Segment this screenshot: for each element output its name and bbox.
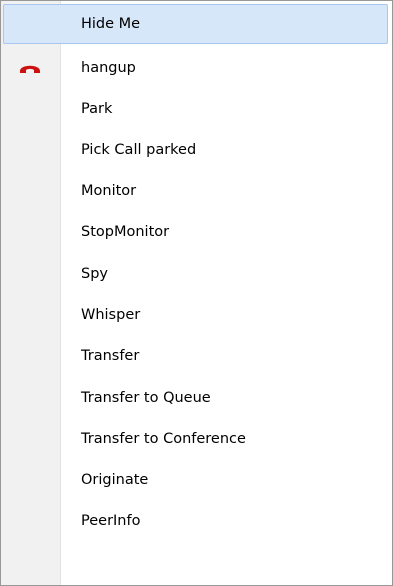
menu-item-whisper[interactable]: Whisper (3, 295, 388, 335)
menu-item-stopmonitor[interactable]: StopMonitor (3, 212, 388, 252)
menu-item-spy[interactable]: Spy (3, 254, 388, 294)
menu-item-pick-call-parked[interactable]: Pick Call parked (3, 130, 388, 170)
menu-item-hangup[interactable]: hangup (3, 48, 388, 88)
menu-item-transfer[interactable]: Transfer (3, 336, 388, 376)
menu-item-label: Transfer (81, 348, 140, 364)
menu-item-originate[interactable]: Originate (3, 460, 388, 500)
menu-item-transfer-to-conference[interactable]: Transfer to Conference (3, 419, 388, 459)
menu-item-park[interactable]: Park (3, 89, 388, 129)
menu-item-label: Monitor (81, 183, 137, 199)
menu-item-peerinfo[interactable]: PeerInfo (3, 501, 388, 541)
menu-item-hide-me[interactable]: Hide Me (3, 4, 388, 44)
menu-item-label: PeerInfo (81, 513, 141, 529)
menu-item-label: Originate (81, 472, 149, 488)
menu-item-label: Hide Me (81, 16, 141, 32)
menu-item-label: Spy (81, 266, 108, 282)
context-menu: Hide Me hangup Park Pick Call parked Mon… (0, 0, 393, 586)
menu-item-monitor[interactable]: Monitor (3, 171, 388, 211)
menu-item-label: Whisper (81, 307, 141, 323)
menu-item-label: Park (81, 101, 113, 117)
menu-item-label: Transfer to Conference (81, 431, 246, 447)
hangup-phone-icon (19, 61, 41, 75)
menu-item-label: StopMonitor (81, 224, 170, 240)
menu-item-transfer-to-queue[interactable]: Transfer to Queue (3, 378, 388, 418)
menu-item-label: Pick Call parked (81, 142, 197, 158)
menu-item-label: Transfer to Queue (81, 390, 211, 406)
menu-item-label: hangup (81, 60, 136, 76)
